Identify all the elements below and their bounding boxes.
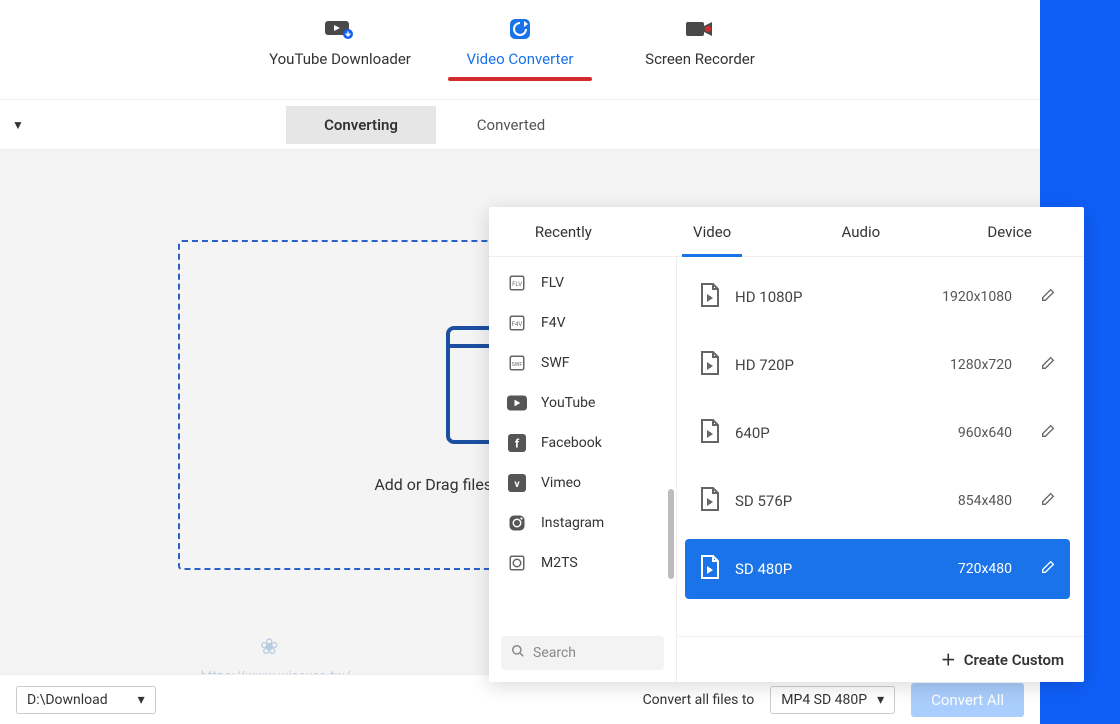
format-label: Instagram — [541, 515, 604, 531]
output-path-text: D:\Download — [27, 692, 108, 708]
format-popup: Recently Video Audio Device FLVFLVF4VF4V… — [489, 207, 1084, 682]
svg-text:v: v — [514, 477, 520, 490]
format-item-vimeo[interactable]: v Vimeo — [489, 463, 676, 503]
watermark-icon: ❀ — [260, 635, 278, 660]
edit-icon[interactable] — [1040, 355, 1056, 375]
video-converter-icon — [508, 18, 532, 40]
svg-text:F4V: F4V — [512, 321, 523, 328]
resolution-item[interactable]: 640P 960x640 — [685, 403, 1070, 463]
popup-tab-recently[interactable]: Recently — [489, 207, 638, 256]
tab-screen-recorder[interactable]: Screen Recorder — [610, 18, 790, 78]
resolution-item[interactable]: SD 480P 720x480 — [685, 539, 1070, 599]
tab-youtube-downloader[interactable]: YouTube Downloader — [250, 18, 430, 78]
youtube-downloader-icon — [325, 18, 355, 40]
resolution-name: SD 480P — [735, 560, 944, 578]
youtube-icon — [507, 393, 527, 413]
format-label: SWF — [541, 355, 569, 371]
subtab-converted[interactable]: Converted — [436, 106, 586, 144]
chevron-down-icon: ▾ — [877, 692, 884, 708]
tab-label: Video Converter — [466, 50, 573, 68]
convert-all-button[interactable]: Convert All — [911, 683, 1024, 717]
format-select-value: MP4 SD 480P — [781, 692, 867, 708]
resolution-name: 640P — [735, 424, 944, 442]
format-label: M2TS — [541, 555, 578, 571]
document-play-icon — [699, 486, 721, 516]
flv-icon: FLV — [507, 273, 527, 293]
f4v-icon: F4V — [507, 313, 527, 333]
resolution-dimension: 960x640 — [958, 425, 1012, 441]
resolution-item[interactable]: HD 1080P 1920x1080 — [685, 267, 1070, 327]
chevron-down-icon: ▾ — [138, 692, 145, 708]
swf-icon: SWF — [507, 353, 527, 373]
format-item-swf[interactable]: SWF SWF — [489, 343, 676, 383]
format-label: Facebook — [541, 435, 602, 451]
svg-text:FLV: FLV — [512, 281, 522, 288]
search-icon — [511, 644, 525, 662]
edit-icon[interactable] — [1040, 287, 1056, 307]
search-placeholder: Search — [533, 645, 576, 661]
edit-icon[interactable] — [1040, 559, 1056, 579]
format-label: YouTube — [541, 395, 595, 411]
resolution-dimension: 1920x1080 — [942, 289, 1012, 305]
output-path-select[interactable]: D:\Download ▾ — [16, 686, 156, 714]
document-play-icon — [699, 282, 721, 312]
resolution-dimension: 1280x720 — [950, 357, 1012, 373]
resolution-name: HD 1080P — [735, 288, 928, 306]
create-custom-label: Create Custom — [964, 651, 1064, 669]
tab-video-converter[interactable]: Video Converter — [430, 18, 610, 78]
plus-icon: ＋ — [941, 649, 956, 670]
sub-tabs: ▼ Converting Converted — [0, 100, 1040, 150]
resolution-dimension: 854x480 — [958, 493, 1012, 509]
document-play-icon — [699, 350, 721, 380]
document-play-icon — [699, 418, 721, 448]
format-label: FLV — [541, 275, 564, 291]
tab-label: YouTube Downloader — [269, 50, 411, 68]
format-item-f4v[interactable]: F4V F4V — [489, 303, 676, 343]
facebook-icon: f — [507, 433, 527, 453]
document-play-icon — [699, 554, 721, 584]
format-item-youtube[interactable]: YouTube — [489, 383, 676, 423]
popup-tab-audio[interactable]: Audio — [787, 207, 936, 256]
create-custom-button[interactable]: ＋ Create Custom — [677, 636, 1084, 682]
subtab-converting[interactable]: Converting — [286, 106, 436, 144]
resolution-item[interactable]: HD 720P 1280x720 — [685, 335, 1070, 395]
format-search-input[interactable]: Search — [501, 636, 664, 670]
resolution-name: SD 576P — [735, 492, 944, 510]
popup-tab-device[interactable]: Device — [935, 207, 1084, 256]
format-item-instagram[interactable]: Instagram — [489, 503, 676, 543]
resolution-name: HD 720P — [735, 356, 936, 374]
format-select[interactable]: MP4 SD 480P ▾ — [770, 686, 895, 714]
format-item-facebook[interactable]: f Facebook — [489, 423, 676, 463]
resolution-item[interactable]: SD 576P 854x480 — [685, 471, 1070, 531]
convert-all-label: Convert all files to — [643, 692, 755, 708]
format-item-m2ts[interactable]: M2TS — [489, 543, 676, 583]
dropdown-caret-icon[interactable]: ▼ — [12, 118, 24, 132]
resolution-panel: HD 1080P 1920x1080 HD 720P 1280x720 640P 960x… — [677, 257, 1084, 682]
svg-text:SWF: SWF — [512, 362, 523, 368]
format-label: Vimeo — [541, 475, 581, 491]
edit-icon[interactable] — [1040, 491, 1056, 511]
popup-tab-video[interactable]: Video — [638, 207, 787, 256]
popup-tabs: Recently Video Audio Device — [489, 207, 1084, 257]
format-sidebar: FLV FLV F4V F4V SWF SWF YouTube f Facebook v Vimeo… — [489, 257, 677, 682]
instagram-icon — [507, 513, 527, 533]
svg-text:f: f — [515, 437, 520, 451]
vimeo-icon: v — [507, 473, 527, 493]
resolution-dimension: 720x480 — [958, 561, 1012, 577]
scrollbar-thumb[interactable] — [668, 489, 674, 579]
m2ts-icon — [507, 553, 527, 573]
main-tabs: YouTube Downloader Video Converter Scree… — [0, 0, 1040, 100]
format-label: F4V — [541, 315, 566, 331]
edit-icon[interactable] — [1040, 423, 1056, 443]
tab-label: Screen Recorder — [645, 50, 755, 68]
format-item-flv[interactable]: FLV FLV — [489, 263, 676, 303]
screen-recorder-icon — [686, 18, 714, 40]
